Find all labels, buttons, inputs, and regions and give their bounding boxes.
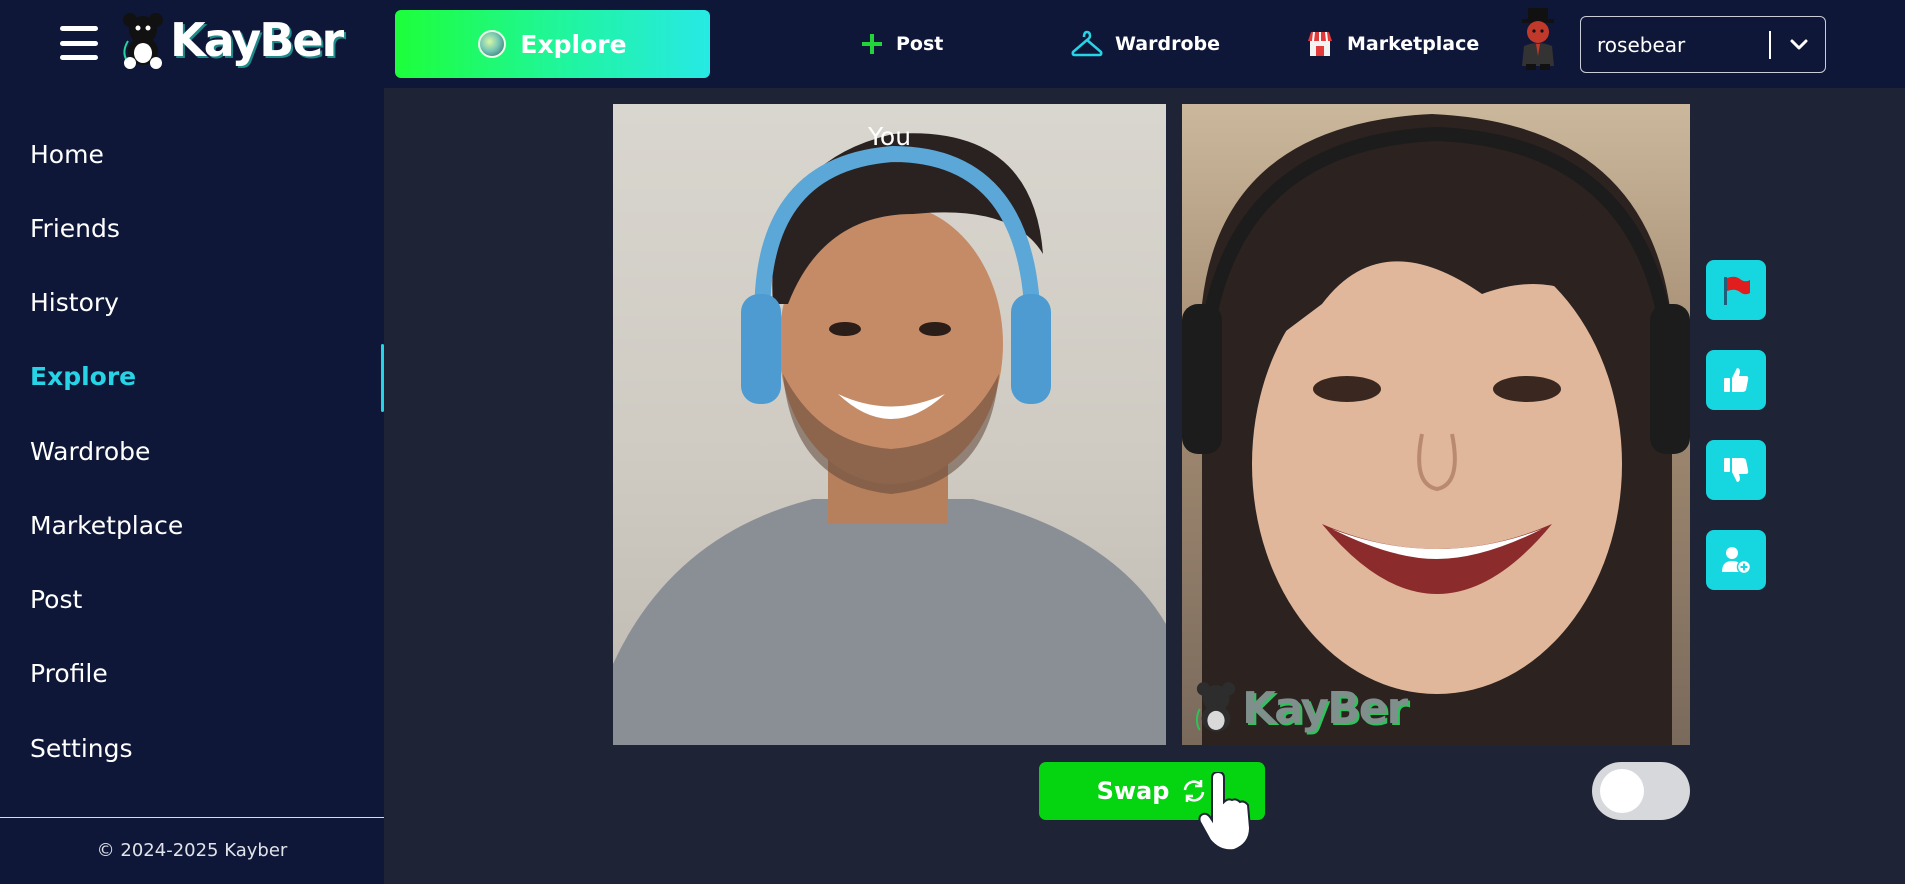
stranger-video: KayBer: [1182, 104, 1690, 745]
sidebar-item-post[interactable]: Post: [30, 585, 82, 614]
hanger-icon: [1071, 30, 1103, 58]
self-video-label: You: [867, 122, 912, 151]
self-video-frame: [613, 133, 1166, 745]
flag-icon: [1724, 276, 1750, 305]
report-button[interactable]: [1706, 260, 1766, 320]
sidebar-item-friends[interactable]: Friends: [30, 214, 120, 243]
refresh-icon: [1181, 778, 1207, 804]
copyright-text: © 2024-2025 Kayber: [96, 840, 288, 861]
toggle-knob: [1600, 769, 1644, 813]
globe-icon: [478, 30, 507, 58]
dropdown-divider: [1769, 31, 1771, 59]
chevron-down-icon: [1789, 35, 1809, 60]
user-dropdown[interactable]: rosebear: [1580, 16, 1826, 73]
brand-name: KayBer: [170, 13, 344, 67]
sidebar-item-marketplace[interactable]: Marketplace: [30, 511, 183, 540]
nav-wardrobe[interactable]: Wardrobe: [1071, 26, 1220, 62]
sidebar-divider: [0, 817, 384, 818]
watermark-text: KayBer: [1242, 682, 1408, 734]
bear-watermark-icon: [1195, 682, 1236, 732]
nav-post-label: Post: [896, 33, 944, 55]
sidebar-item-wardrobe[interactable]: Wardrobe: [30, 437, 150, 466]
sidebar-active-indicator: [381, 344, 384, 412]
user-avatar[interactable]: [1510, 6, 1566, 72]
sidebar-item-explore[interactable]: Explore: [30, 362, 136, 391]
nav-post[interactable]: Post: [860, 26, 943, 62]
thumbs-up-icon: [1724, 368, 1749, 392]
self-video: You: [613, 104, 1166, 745]
auto-swap-toggle[interactable]: [1592, 762, 1690, 820]
sidebar: Home Friends History Explore Wardrobe Ma…: [0, 88, 384, 884]
nav-wardrobe-label: Wardrobe: [1115, 33, 1220, 55]
sidebar-item-profile[interactable]: Profile: [30, 659, 108, 688]
nav-marketplace-label: Marketplace: [1347, 33, 1480, 55]
nav-marketplace[interactable]: Marketplace: [1305, 26, 1479, 62]
add-friend-button[interactable]: [1706, 530, 1766, 590]
brand-logo[interactable]: KayBer: [120, 10, 344, 70]
shop-icon: [1305, 29, 1335, 59]
thumbs-down-icon: [1724, 458, 1749, 482]
menu-icon[interactable]: [60, 26, 98, 60]
stranger-video-frame: [1182, 114, 1690, 745]
user-dropdown-value: rosebear: [1597, 32, 1686, 57]
sidebar-item-home[interactable]: Home: [30, 140, 104, 169]
bear-logo-icon: [123, 13, 163, 69]
add-friend-icon: [1722, 547, 1752, 575]
like-button[interactable]: [1706, 350, 1766, 410]
kayber-watermark: KayBer: [1194, 679, 1408, 737]
swap-button-label: Swap: [1096, 777, 1170, 805]
explore-button[interactable]: Explore: [395, 10, 710, 78]
swap-button[interactable]: Swap: [1039, 762, 1265, 820]
sidebar-item-history[interactable]: History: [30, 288, 119, 317]
explore-button-label: Explore: [520, 29, 627, 59]
dislike-button[interactable]: [1706, 440, 1766, 500]
sidebar-item-settings[interactable]: Settings: [30, 734, 133, 763]
plus-icon: [860, 32, 884, 56]
top-bar: KayBer Explore Post Wardrobe Marketplace…: [0, 0, 1905, 88]
